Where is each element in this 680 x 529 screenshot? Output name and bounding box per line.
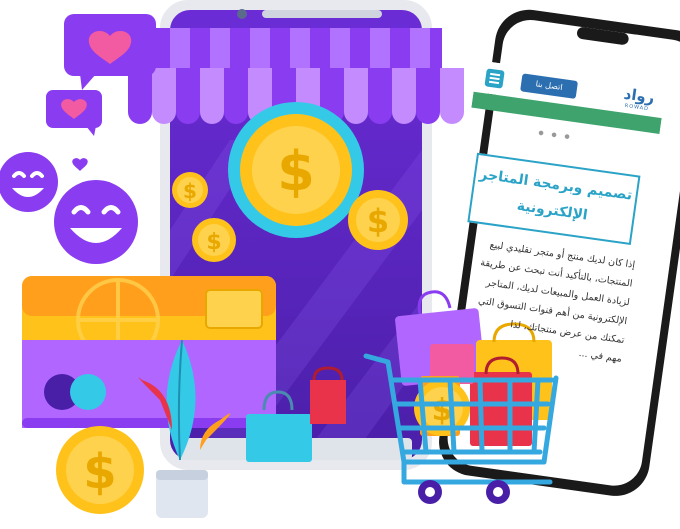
svg-text:$: $ [277, 140, 315, 203]
slider-dots[interactable]: ● ● ● [538, 129, 573, 141]
menu-icon[interactable] [484, 68, 505, 89]
svg-text:$: $ [206, 230, 221, 255]
svg-text:$: $ [183, 179, 197, 203]
svg-text:$: $ [367, 202, 389, 240]
credit-card [22, 276, 276, 428]
dollar-icon: $ [228, 102, 364, 238]
heart-icon [72, 158, 88, 171]
heart-icon [46, 90, 102, 136]
dollar-icon: $ [56, 426, 144, 514]
cart-wheel [493, 487, 503, 497]
dollar-icon: $ [172, 172, 208, 208]
dollar-icon: $ [192, 218, 236, 262]
dollar-icon: $ [348, 190, 408, 250]
page-heading: تصميم وبرمجة المتاجر الإلكترونية [467, 152, 641, 246]
cart-wheel [425, 487, 435, 497]
body-text: إذا كان لديك منتج أو متجر تقليدي لبيع ال… [444, 231, 636, 369]
smiley-icon [0, 152, 58, 212]
svg-text:$: $ [83, 444, 116, 500]
smiley-icon [54, 180, 138, 264]
contact-button[interactable]: اتصل بنا [520, 73, 579, 99]
